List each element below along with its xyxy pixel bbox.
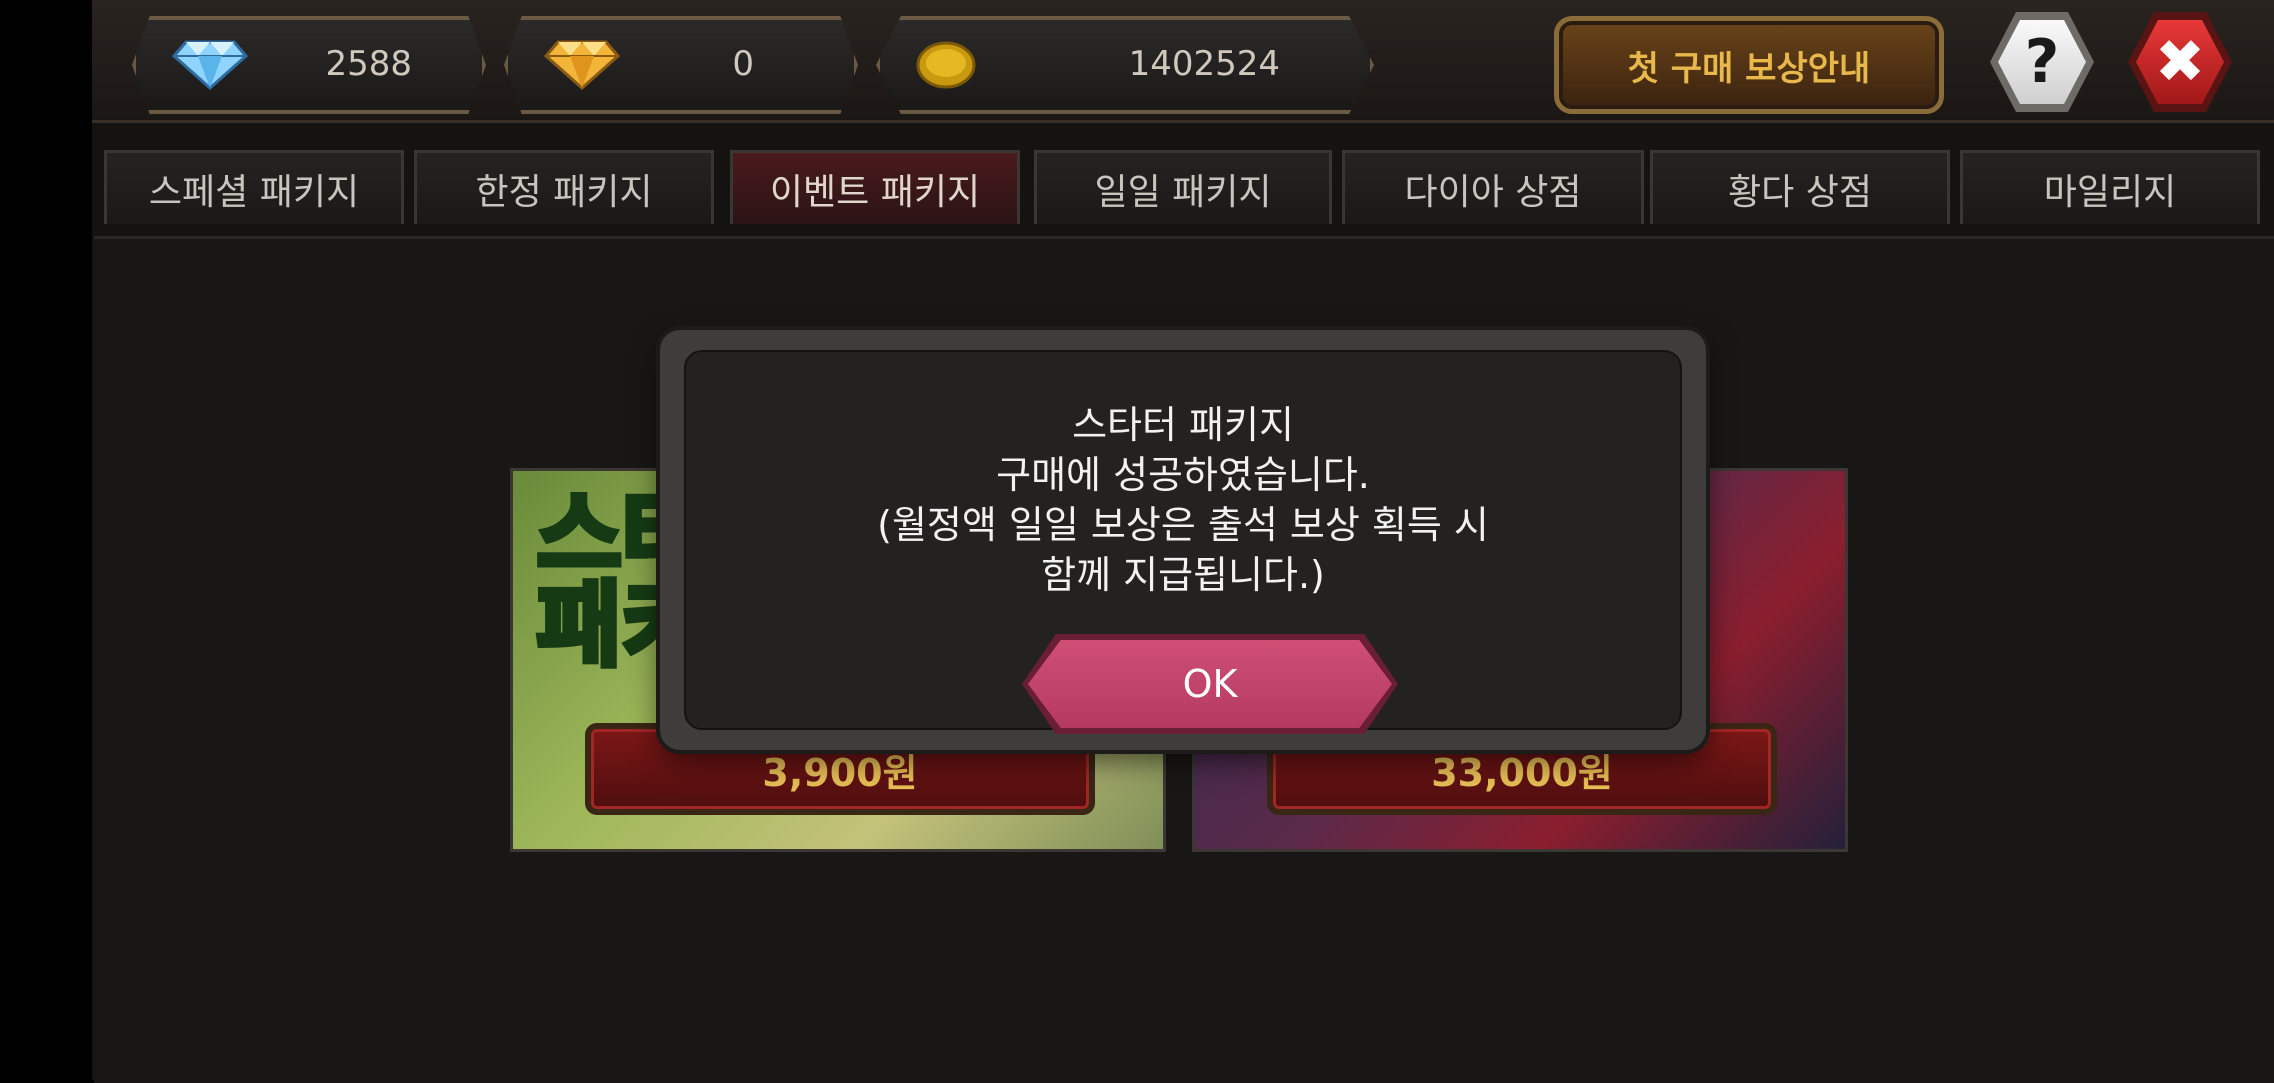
message-line: 구매에 성공하였습니다.	[996, 453, 1370, 497]
top-bar: 2588 0 1402524 첫 구매 보상안내 ? ✖	[92, 0, 2274, 123]
tab-mileage[interactable]: 마일리지	[1960, 150, 2260, 224]
message-line: (월정액 일일 보상은 출석 보상 획득 시	[877, 503, 1489, 547]
tab-daily-package[interactable]: 일일 패키지	[1034, 150, 1332, 224]
help-button[interactable]: ?	[1990, 12, 2094, 112]
tab-event-package[interactable]: 이벤트 패키지	[730, 150, 1020, 224]
gold-diamond-counter: 0	[504, 16, 858, 114]
diamond-amount: 2588	[325, 44, 412, 84]
ok-button-label: OK	[1028, 640, 1392, 728]
coin-counter: 1402524	[876, 16, 1374, 114]
dialog-body: 스타터 패키지 구매에 성공하였습니다. (월정액 일일 보상은 출석 보상 획…	[684, 350, 1682, 734]
dialog-message: 스타터 패키지 구매에 성공하였습니다. (월정액 일일 보상은 출석 보상 획…	[686, 400, 1680, 600]
question-icon: ?	[1998, 20, 2086, 104]
tab-limited-package[interactable]: 한정 패키지	[414, 150, 714, 224]
coin-amount: 1402524	[1128, 44, 1280, 84]
first-purchase-reward-button[interactable]: 첫 구매 보상안내	[1554, 16, 1944, 114]
tab-gold-diamond-shop[interactable]: 황다 상점	[1650, 150, 1950, 224]
purchase-success-dialog: 스타터 패키지 구매에 성공하였습니다. (월정액 일일 보상은 출석 보상 획…	[660, 330, 1706, 750]
gold-diamond-amount: 0	[732, 44, 754, 84]
message-line: 스타터 패키지	[1072, 403, 1294, 447]
ok-button[interactable]: OK	[1022, 634, 1398, 734]
diamond-counter: 2588	[132, 16, 486, 114]
close-button[interactable]: ✖	[2128, 12, 2232, 112]
gold-diamond-icon	[543, 40, 621, 91]
tab-special-package[interactable]: 스페셜 패키지	[104, 150, 404, 224]
coin-icon	[916, 40, 976, 90]
tab-diamond-shop[interactable]: 다이아 상점	[1342, 150, 1644, 224]
close-icon: ✖	[2136, 20, 2224, 104]
blue-diamond-icon	[171, 40, 249, 91]
message-line: 함께 지급됩니다.)	[1041, 553, 1325, 597]
